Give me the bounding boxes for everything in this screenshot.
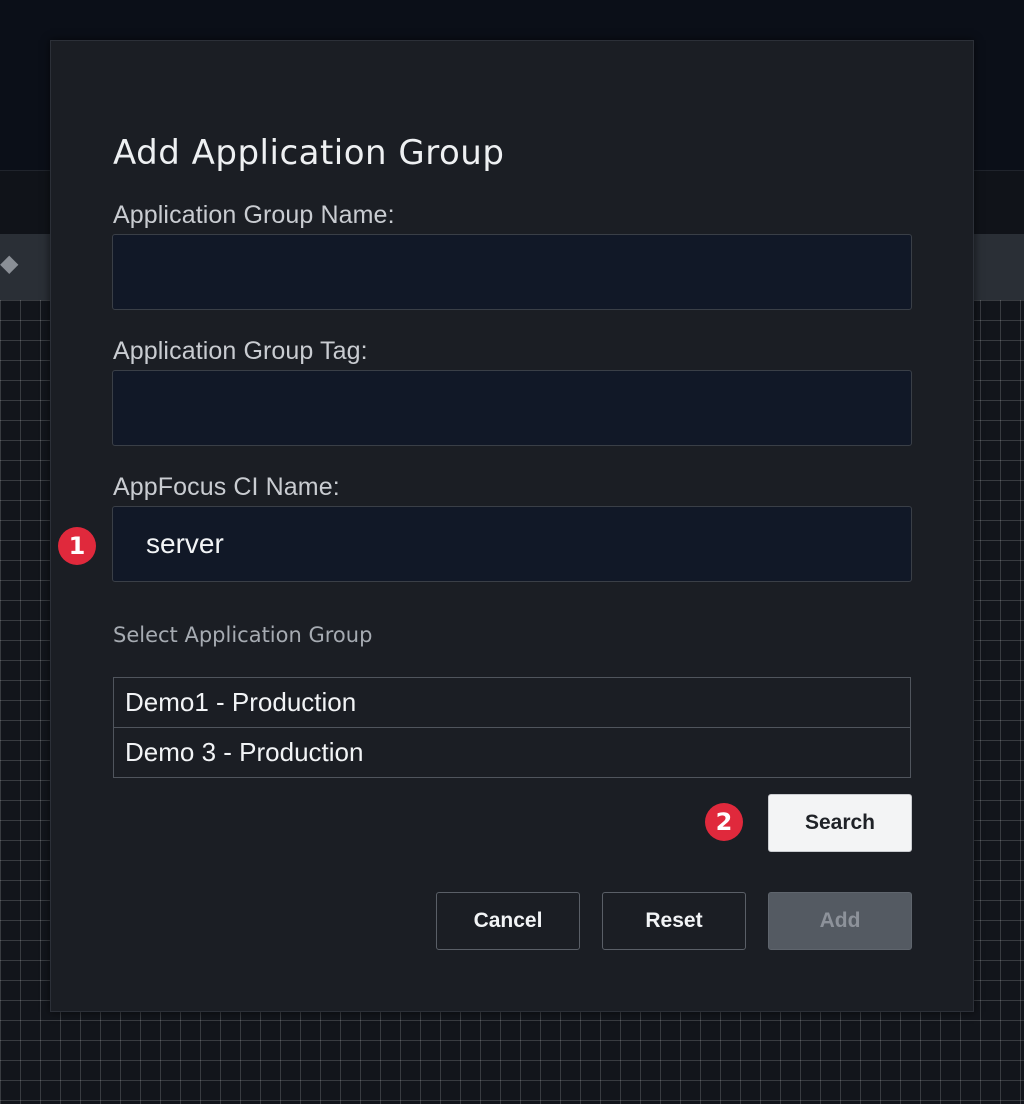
appfocus-ci-name-input[interactable] <box>112 506 912 582</box>
reset-button[interactable]: Reset <box>602 892 746 950</box>
application-group-tag-label: Application Group Tag: <box>113 337 368 365</box>
step-1-badge: 1 <box>58 527 96 565</box>
list-item[interactable]: Demo1 - Production <box>114 678 910 728</box>
list-item[interactable]: Demo 3 - Production <box>114 728 910 777</box>
application-group-list: Demo1 - Production Demo 3 - Production <box>113 677 911 778</box>
appfocus-ci-name-label: AppFocus CI Name: <box>113 473 340 501</box>
add-application-group-dialog: Add Application Group Application Group … <box>50 40 974 1012</box>
application-group-name-label: Application Group Name: <box>113 201 395 229</box>
application-group-tag-input[interactable] <box>112 370 912 446</box>
select-application-group-label: Select Application Group <box>113 623 373 647</box>
cancel-button[interactable]: Cancel <box>436 892 580 950</box>
search-button[interactable]: Search <box>768 794 912 852</box>
application-group-name-input[interactable] <box>112 234 912 310</box>
diamond-icon: ◆ <box>0 250 19 277</box>
step-2-badge: 2 <box>705 803 743 841</box>
dialog-title: Add Application Group <box>113 133 505 173</box>
add-button[interactable]: Add <box>768 892 912 950</box>
